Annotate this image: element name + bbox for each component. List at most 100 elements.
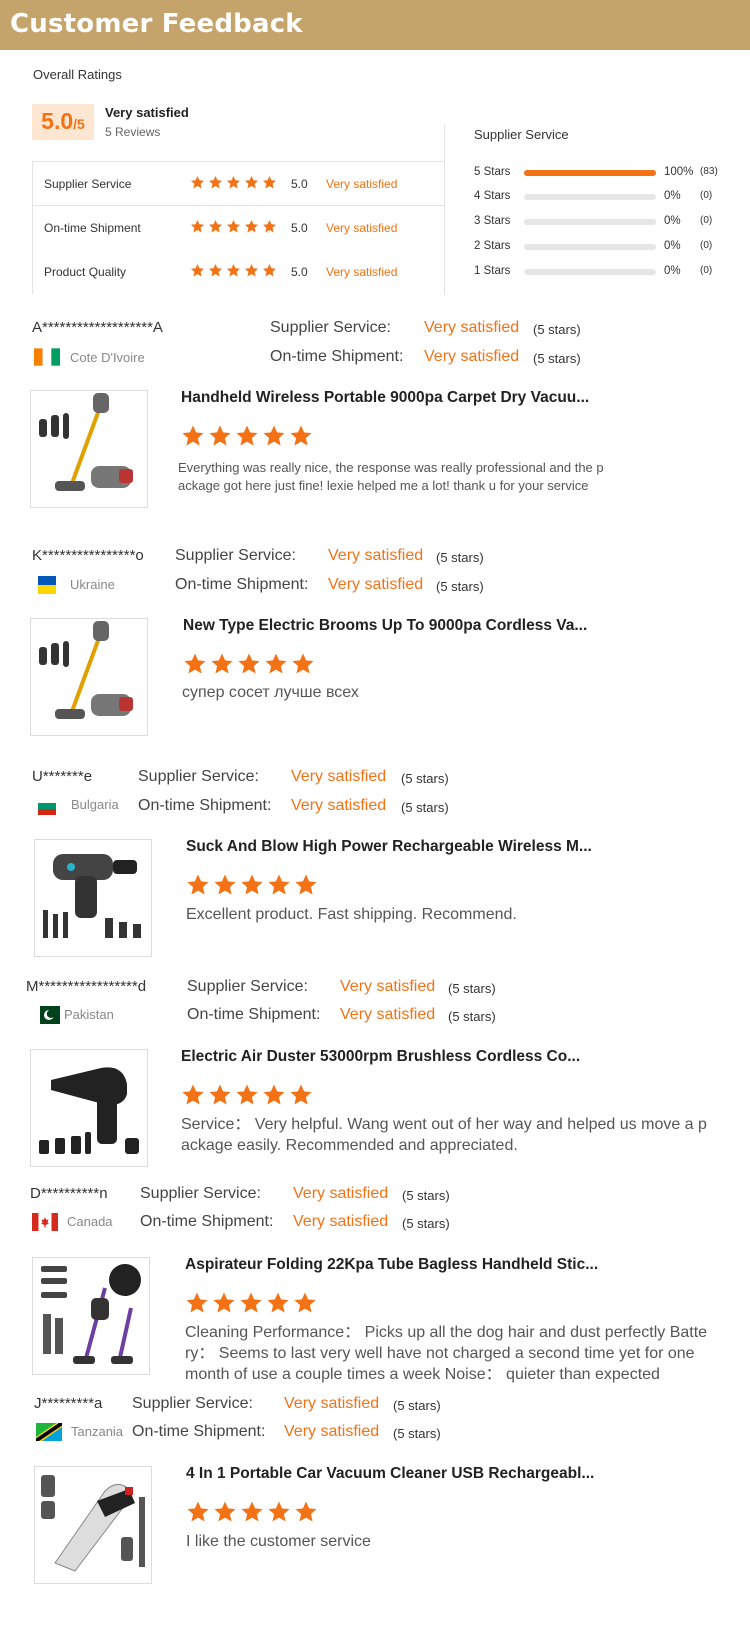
review-stars <box>183 652 315 676</box>
distribution-bar <box>524 194 656 200</box>
review-text-line: ackage got here just fine! lexie helped … <box>178 478 589 493</box>
product-title[interactable]: New Type Electric Brooms Up To 9000pa Co… <box>183 617 587 635</box>
overall-score-badge: 5.0/5 <box>32 104 94 140</box>
distribution-percent: 100% <box>664 166 694 178</box>
star-icon <box>184 653 206 674</box>
star-icon <box>213 1292 235 1313</box>
distribution-label: 4 Stars <box>474 190 511 202</box>
distribution-count: (0) <box>700 265 713 276</box>
supplier-service-satisfaction: Very satisfied <box>328 547 424 564</box>
shipment-satisfaction: Very satisfied <box>291 797 387 814</box>
star-icon <box>214 874 236 895</box>
distribution-percent: 0% <box>664 215 681 227</box>
star-icon <box>241 874 263 895</box>
overall-satisfaction: Very satisfied <box>105 105 189 120</box>
flag-canada-icon <box>32 1213 58 1231</box>
review-stars <box>181 424 313 448</box>
overall-ratings-label: Overall Ratings <box>33 67 122 82</box>
header-banner: Customer Feedback <box>0 0 750 50</box>
overall-score: 5.0 <box>41 108 74 134</box>
star-icon <box>211 653 233 674</box>
rating-row-product-quality: Product Quality 5.0 Very satisfied <box>33 250 445 294</box>
shipment-satisfaction: Very satisfied <box>284 1423 380 1440</box>
star-icon <box>262 175 277 189</box>
shipment-label: On-time Shipment: <box>140 1213 274 1230</box>
star-icon <box>244 175 259 189</box>
review-stars <box>185 1291 317 1315</box>
product-title[interactable]: Electric Air Duster 53000rpm Brushless C… <box>181 1048 580 1066</box>
review-text: Everything was really nice, the response… <box>178 459 604 495</box>
supplier-service-title: Supplier Service <box>474 127 569 142</box>
distribution-percent: 0% <box>664 190 681 202</box>
star-icon <box>182 1084 204 1105</box>
supplier-service-label: Supplier Service: <box>175 547 296 564</box>
supplier-service-satisfaction: Very satisfied <box>291 768 387 785</box>
supplier-service-stars-count: (5 stars) <box>401 771 449 786</box>
star-icon <box>208 263 223 277</box>
distribution-percent: 0% <box>664 265 681 277</box>
product-title[interactable]: Suck And Blow High Power Rechargeable Wi… <box>186 838 592 856</box>
distribution-count: (83) <box>700 166 718 177</box>
star-icon <box>240 1292 262 1313</box>
star-icon <box>292 653 314 674</box>
supplier-service-stars-count: (5 stars) <box>393 1398 441 1413</box>
distribution-row-5-stars: 5 Stars 100% (83) <box>474 166 734 180</box>
star-icon <box>190 263 205 277</box>
star-icon <box>241 1501 263 1522</box>
supplier-service-stars-count: (5 stars) <box>533 322 581 337</box>
reviewer-country: Pakistan <box>64 1007 114 1022</box>
star-icon <box>263 1084 285 1105</box>
supplier-service-satisfaction: Very satisfied <box>284 1395 380 1412</box>
review-text: I like the customer service <box>186 1531 371 1552</box>
star-icon <box>268 1501 290 1522</box>
supplier-service-stars-count: (5 stars) <box>436 550 484 565</box>
supplier-service-label: Supplier Service: <box>270 319 391 336</box>
product-thumbnail[interactable] <box>34 839 152 957</box>
flag-bulgaria-icon <box>34 797 60 815</box>
supplier-service-label: Supplier Service: <box>187 978 308 995</box>
reviewer-country: Canada <box>67 1214 113 1229</box>
star-icon <box>294 1292 316 1313</box>
product-thumbnail[interactable] <box>30 1049 148 1167</box>
product-title[interactable]: 4 In 1 Portable Car Vacuum Cleaner USB R… <box>186 1465 594 1483</box>
rating-row-satisfaction: Very satisfied <box>326 265 398 279</box>
supplier-service-satisfaction: Very satisfied <box>293 1185 389 1202</box>
star-icon <box>262 263 277 277</box>
reviewer-country: Tanzania <box>71 1424 124 1439</box>
star-icon <box>209 425 231 446</box>
supplier-service-satisfaction: Very satisfied <box>340 978 436 995</box>
star-icon <box>268 874 290 895</box>
star-icon <box>187 1501 209 1522</box>
rating-row-satisfaction: Very satisfied <box>326 221 398 235</box>
reviewer-name: M*****************d <box>26 978 147 995</box>
product-title[interactable]: Aspirateur Folding 22Kpa Tube Bagless Ha… <box>185 1256 598 1274</box>
star-icon <box>208 219 223 233</box>
distribution-row-1-stars: 1 Stars 0% (0) <box>474 265 734 279</box>
star-icon <box>226 219 241 233</box>
rating-row-supplier-service: Supplier Service 5.0 Very satisfied <box>33 162 445 206</box>
page-title: Customer Feedback <box>10 9 303 39</box>
shipment-satisfaction: Very satisfied <box>424 348 520 365</box>
product-thumbnail[interactable] <box>32 1257 150 1375</box>
product-title[interactable]: Handheld Wireless Portable 9000pa Carpet… <box>181 389 589 407</box>
distribution-row-2-stars: 2 Stars 0% (0) <box>474 240 734 254</box>
overall-review-count: 5 Reviews <box>105 125 161 139</box>
shipment-label: On-time Shipment: <box>175 576 309 593</box>
star-icon <box>226 263 241 277</box>
flag-ukraine-icon <box>34 576 60 594</box>
flag-pakistan-icon <box>34 1006 60 1024</box>
flag-cote-divoire-icon <box>34 348 60 366</box>
distribution-label: 5 Stars <box>474 166 511 178</box>
rating-stars <box>190 219 277 234</box>
section-divider <box>444 125 445 295</box>
rating-row-value: 5.0 <box>291 265 308 279</box>
distribution-label: 1 Stars <box>474 265 511 277</box>
product-thumbnail[interactable] <box>30 390 148 508</box>
star-icon <box>236 425 258 446</box>
rating-stars <box>190 175 277 190</box>
product-thumbnail[interactable] <box>30 618 148 736</box>
rating-stars <box>190 263 277 278</box>
product-thumbnail[interactable] <box>34 1466 152 1584</box>
review-stars <box>186 873 318 897</box>
reviewer-name: D**********n <box>30 1185 108 1202</box>
